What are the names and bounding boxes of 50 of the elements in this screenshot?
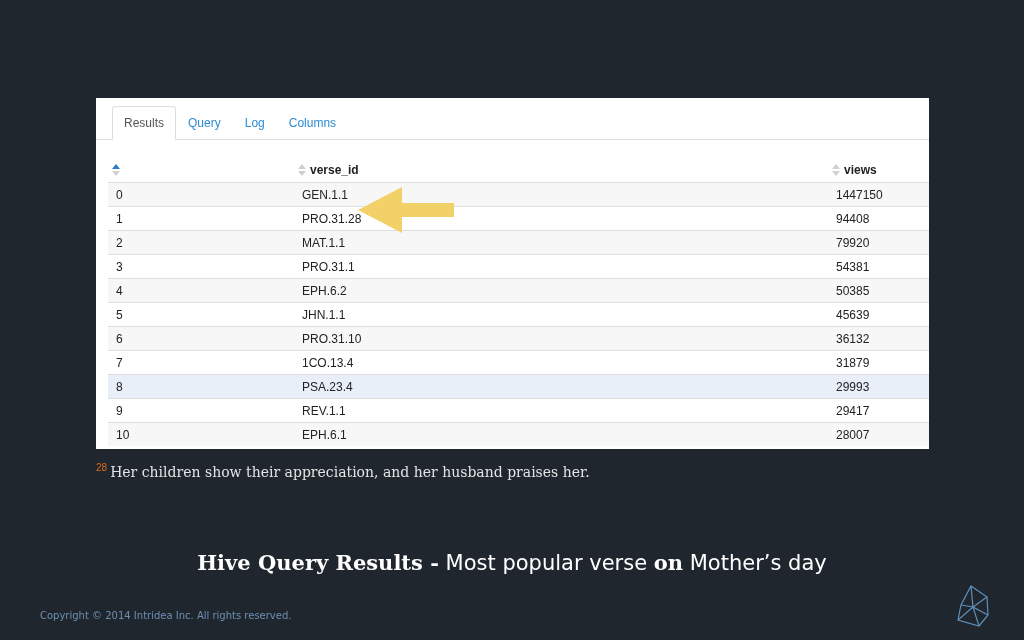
table-cell: 4 [116,283,123,298]
table-cell: 29417 [836,403,870,418]
tab[interactable]: Query [176,106,233,140]
table-cell: PRO.31.1 [302,259,355,274]
table-cell: 3 [116,259,123,274]
table-cell: PRO.31.28 [302,211,362,226]
table-row[interactable]: 4 EPH.6.2 50385 [108,278,929,302]
table-cell: 1CO.13.4 [302,355,354,370]
table-row[interactable]: 10 EPH.6.1 28007 [108,422,929,446]
table-cell: REV.1.1 [302,403,346,418]
table-cell: 0 [116,187,123,202]
table-cell: 36132 [836,331,870,346]
tab[interactable]: Results [112,106,176,140]
table-cell: 54381 [836,259,870,274]
verse-text: $^{28}$Her children show their appreciation, and her husband praises her. [96,462,591,480]
table-cell: PRO.31.10 [302,331,362,346]
table-cell: EPH.6.2 [302,283,347,298]
table-row[interactable]: 6 PRO.31.10 36132 [108,326,929,350]
tab[interactable]: Columns [276,106,349,140]
column-header[interactable]: verse_id [310,163,359,177]
table-cell: GEN.1.1 [302,187,349,202]
tab[interactable]: Log [232,106,277,140]
table-cell: 1 [116,211,123,226]
table-cell: 50385 [836,283,870,298]
table-cell: 5 [116,307,123,322]
table-cell: 6 [116,331,123,346]
crystal-logo-icon [957,585,989,627]
column-header[interactable]: views [844,163,877,177]
table-row[interactable]: 2 MAT.1.1 79920 [108,230,929,254]
table-cell: 79920 [836,235,870,250]
slide-caption: Hive Query Results - Most popular verse on Mother’s day [196,549,828,575]
table-cell: JHN.1.1 [302,307,346,322]
table-row[interactable]: 0 GEN.1.1 1447150 [108,182,929,206]
table-cell: 9 [116,403,123,418]
table-cell: 10 [116,427,130,442]
copyright-text: Copyright © 2014 Intridea Inc. All rights reserved. [40,609,293,621]
table-cell: EPH.6.1 [302,427,347,442]
table-cell: 45639 [836,307,870,322]
sort-icon[interactable] [112,164,120,176]
table-cell: 7 [116,355,123,370]
table-cell: PSA.23.4 [302,379,353,394]
table-cell: 8 [116,379,123,394]
table-cell: MAT.1.1 [302,235,346,250]
table-cell: 29993 [836,379,870,394]
table-cell: 28007 [836,427,870,442]
table-row[interactable]: 8 PSA.23.4 29993 [108,374,929,398]
table-cell: 31879 [836,355,870,370]
table-cell: 94408 [836,211,870,226]
table-cell: 1447150 [836,187,883,202]
table-cell: 2 [116,235,123,250]
